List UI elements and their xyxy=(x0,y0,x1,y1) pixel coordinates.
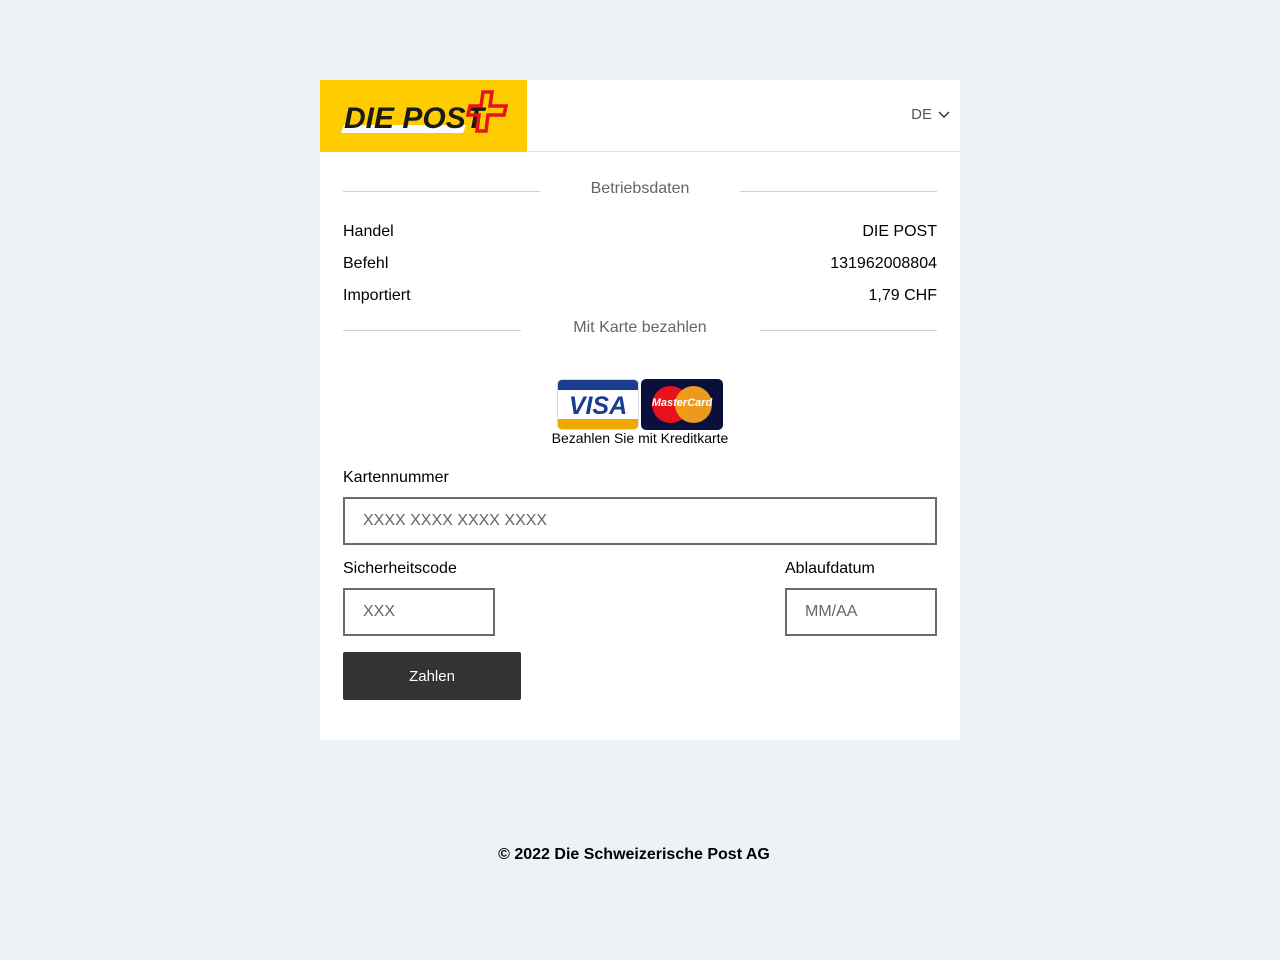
info-value: DIE POST xyxy=(862,223,937,240)
card-brand-logos: VISA MasterCard xyxy=(557,379,723,430)
visa-logo-text: VISA xyxy=(568,392,628,420)
header: DIE POST DE xyxy=(320,80,960,152)
footer-copyright: © 2022 Die Schweizerische Post AG xyxy=(498,846,770,863)
cards-caption: Bezahlen Sie mit Kreditkarte xyxy=(551,430,729,446)
divider-right xyxy=(760,330,937,331)
info-value: 131962008804 xyxy=(830,255,937,272)
payment-heading: Mit Karte bezahlen xyxy=(343,319,937,339)
expiry-label: Ablaufdatum xyxy=(785,560,875,577)
pay-button[interactable]: Zahlen xyxy=(343,652,521,700)
mastercard-logo: MasterCard xyxy=(641,379,723,430)
logo-text: DIE POST xyxy=(344,102,487,135)
info-label: Importiert xyxy=(343,287,411,304)
security-code-input[interactable] xyxy=(343,588,495,636)
language-label: DE xyxy=(911,106,932,123)
payment-card: DIE POST DE Betriebsdaten Handel DIE POS… xyxy=(320,80,960,740)
security-code-label: Sicherheitscode xyxy=(343,560,457,577)
card-number-input[interactable] xyxy=(343,497,937,545)
info-row-amount: Importiert 1,79 CHF xyxy=(343,287,937,309)
die-post-logo: DIE POST xyxy=(320,80,527,152)
language-selector[interactable]: DE xyxy=(911,106,950,123)
info-label: Befehl xyxy=(343,255,389,272)
info-row-merchant: Handel DIE POST xyxy=(343,223,937,245)
divider-right xyxy=(740,191,937,192)
info-row-order: Befehl 131962008804 xyxy=(343,255,937,277)
chevron-down-icon xyxy=(938,106,950,123)
info-value: 1,79 CHF xyxy=(868,287,937,304)
payment-title: Mit Karte bezahlen xyxy=(573,319,707,336)
operating-data-title: Betriebsdaten xyxy=(590,180,690,197)
visa-logo: VISA xyxy=(557,379,639,430)
mastercard-logo-text: MasterCard xyxy=(651,397,713,409)
operating-data-heading: Betriebsdaten xyxy=(343,180,937,200)
expiry-input[interactable] xyxy=(785,588,937,636)
info-label: Handel xyxy=(343,223,394,240)
card-number-label: Kartennummer xyxy=(343,469,449,486)
